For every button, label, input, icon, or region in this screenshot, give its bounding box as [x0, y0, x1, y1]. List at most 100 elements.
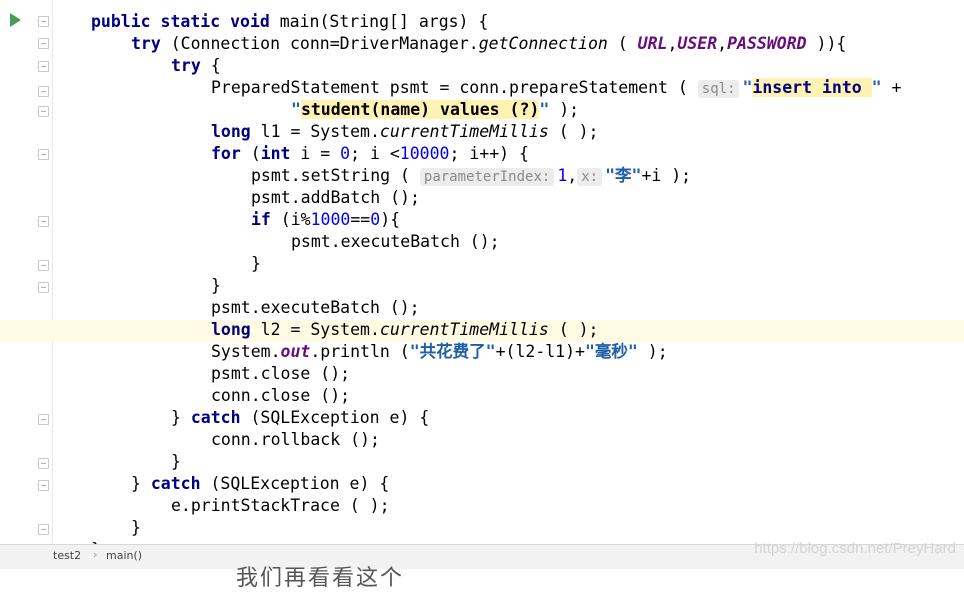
code-text: PreparedStatement psmt = conn.prepareSta… [211, 78, 698, 97]
static-field: URL [637, 34, 668, 53]
string-literal: " [871, 78, 882, 97]
code-text: +i ); [641, 166, 692, 185]
code-text: , [667, 34, 678, 53]
fold-marker-icon[interactable] [38, 414, 49, 425]
code-text: +(l2-l1)+ [495, 342, 585, 361]
breadcrumb-method[interactable]: main() [106, 549, 142, 562]
code-line: long l1 = System.currentTimeMillis ( ); [91, 121, 964, 143]
code-text: } [211, 276, 221, 295]
keyword: try [131, 34, 161, 53]
static-field: PASSWORD [727, 34, 807, 53]
fold-marker-icon[interactable] [38, 458, 49, 469]
code-text: conn.rollback (); [211, 430, 380, 449]
method-name: getConnection [478, 34, 608, 53]
number-literal: 0 [370, 210, 381, 229]
code-line: } [91, 451, 964, 473]
code-text: } [131, 474, 151, 493]
code-text: (i% [270, 210, 311, 229]
code-text: (SQLException e) { [240, 408, 430, 427]
fold-marker-icon[interactable] [38, 61, 49, 72]
code-text: , [717, 34, 728, 53]
code-text: i = [290, 144, 341, 163]
code-text: == [350, 210, 371, 229]
code-text: psmt.executeBatch (); [211, 298, 420, 317]
keyword: try [171, 56, 201, 75]
code-text: System. [211, 342, 281, 361]
parameter-hint: parameterIndex: [419, 168, 555, 186]
string-literal: " [539, 100, 550, 119]
code-text: e.printStackTrace ( ); [171, 496, 390, 515]
code-line: try { [91, 55, 964, 77]
sql-keyword: insert into [752, 78, 872, 97]
code-line: if (i%1000==0){ [91, 209, 964, 231]
code-line: } catch (SQLException e) { [91, 473, 964, 495]
code-text: psmt.close (); [211, 364, 351, 383]
code-line: psmt.addBatch (); [91, 187, 964, 209]
code-text: psmt.executeBatch (); [291, 232, 500, 251]
code-line: long l2 = System.currentTimeMillis ( ); [91, 319, 964, 341]
code-line: conn.close (); [91, 385, 964, 407]
code-line: } [91, 517, 964, 539]
code-line: PreparedStatement psmt = conn.prepareSta… [91, 77, 964, 99]
string-literal: "毫秒" [584, 342, 638, 361]
code-text: } [171, 452, 181, 471]
string-literal: " [742, 78, 753, 97]
editor-gutter [0, 0, 53, 544]
code-text: psmt.addBatch (); [251, 188, 420, 207]
code-line: } catch (SQLException e) { [91, 407, 964, 429]
keyword: catch [190, 408, 241, 427]
breadcrumb-class[interactable]: test2 [53, 549, 81, 562]
code-line: } [91, 253, 964, 275]
code-line: System.out.println ("共花费了"+(l2-l1)+"毫秒" … [91, 341, 964, 363]
code-text: psmt.setString ( [251, 166, 420, 185]
code-text: } [131, 518, 141, 537]
code-text: (SQLException e) { [200, 474, 390, 493]
code-text: ( [607, 34, 638, 53]
number-literal: 1000 [310, 210, 351, 229]
fold-marker-icon[interactable] [38, 216, 49, 227]
code-text: l2 = System. [250, 320, 380, 339]
number-literal: 0 [340, 144, 351, 163]
fold-marker-icon[interactable] [38, 16, 49, 27]
keyword: if [251, 210, 271, 229]
code-text: ); [549, 100, 580, 119]
code-line: psmt.executeBatch (); [91, 231, 964, 253]
static-field: out [280, 342, 311, 361]
code-text: } [171, 408, 191, 427]
code-text: ( [240, 144, 261, 163]
code-line: psmt.setString ( parameterIndex: 1, x: "李"+… [91, 165, 964, 187]
code-text: ( ); [548, 122, 599, 141]
keyword: long [211, 320, 251, 339]
fold-marker-icon[interactable] [38, 106, 49, 117]
keyword: public static void [91, 12, 270, 31]
number-literal: 1 [557, 166, 568, 185]
fold-marker-icon[interactable] [38, 38, 49, 49]
fold-marker-icon[interactable] [38, 524, 49, 535]
code-line: psmt.executeBatch (); [91, 297, 964, 319]
breadcrumb-separator-icon: › [93, 548, 98, 561]
code-line: try (Connection conn=DriverManager.getCo… [91, 33, 964, 55]
fold-marker-icon[interactable] [38, 480, 49, 491]
parameter-hint: sql: [697, 80, 740, 98]
string-literal: " [291, 100, 301, 119]
fold-marker-icon[interactable] [38, 149, 49, 160]
code-text: , [567, 166, 578, 185]
code-text: )){ [806, 34, 847, 53]
fold-marker-icon[interactable] [38, 282, 49, 293]
fold-marker-icon[interactable] [38, 260, 49, 271]
code-text: (Connection conn=DriverManager. [160, 34, 479, 53]
code-editor[interactable]: public static void main(String[] args) {… [0, 0, 964, 544]
code-text: conn.close (); [211, 386, 351, 405]
code-text: ); [637, 342, 668, 361]
code-line: } [91, 275, 964, 297]
run-arrow-icon[interactable] [10, 13, 21, 27]
fold-marker-icon[interactable] [38, 86, 49, 97]
code-line: e.printStackTrace ( ); [91, 495, 964, 517]
string-literal: "李" [605, 166, 642, 185]
code-text: main(String[] args) { [269, 12, 489, 31]
string-literal: "共花费了" [409, 342, 496, 361]
article-text: 我们再看看这个 [236, 566, 405, 591]
sql-text: student(name) values (?) [300, 100, 540, 119]
code-text: .println ( [310, 342, 410, 361]
code-line: "student(name) values (?)" ); [91, 99, 964, 121]
